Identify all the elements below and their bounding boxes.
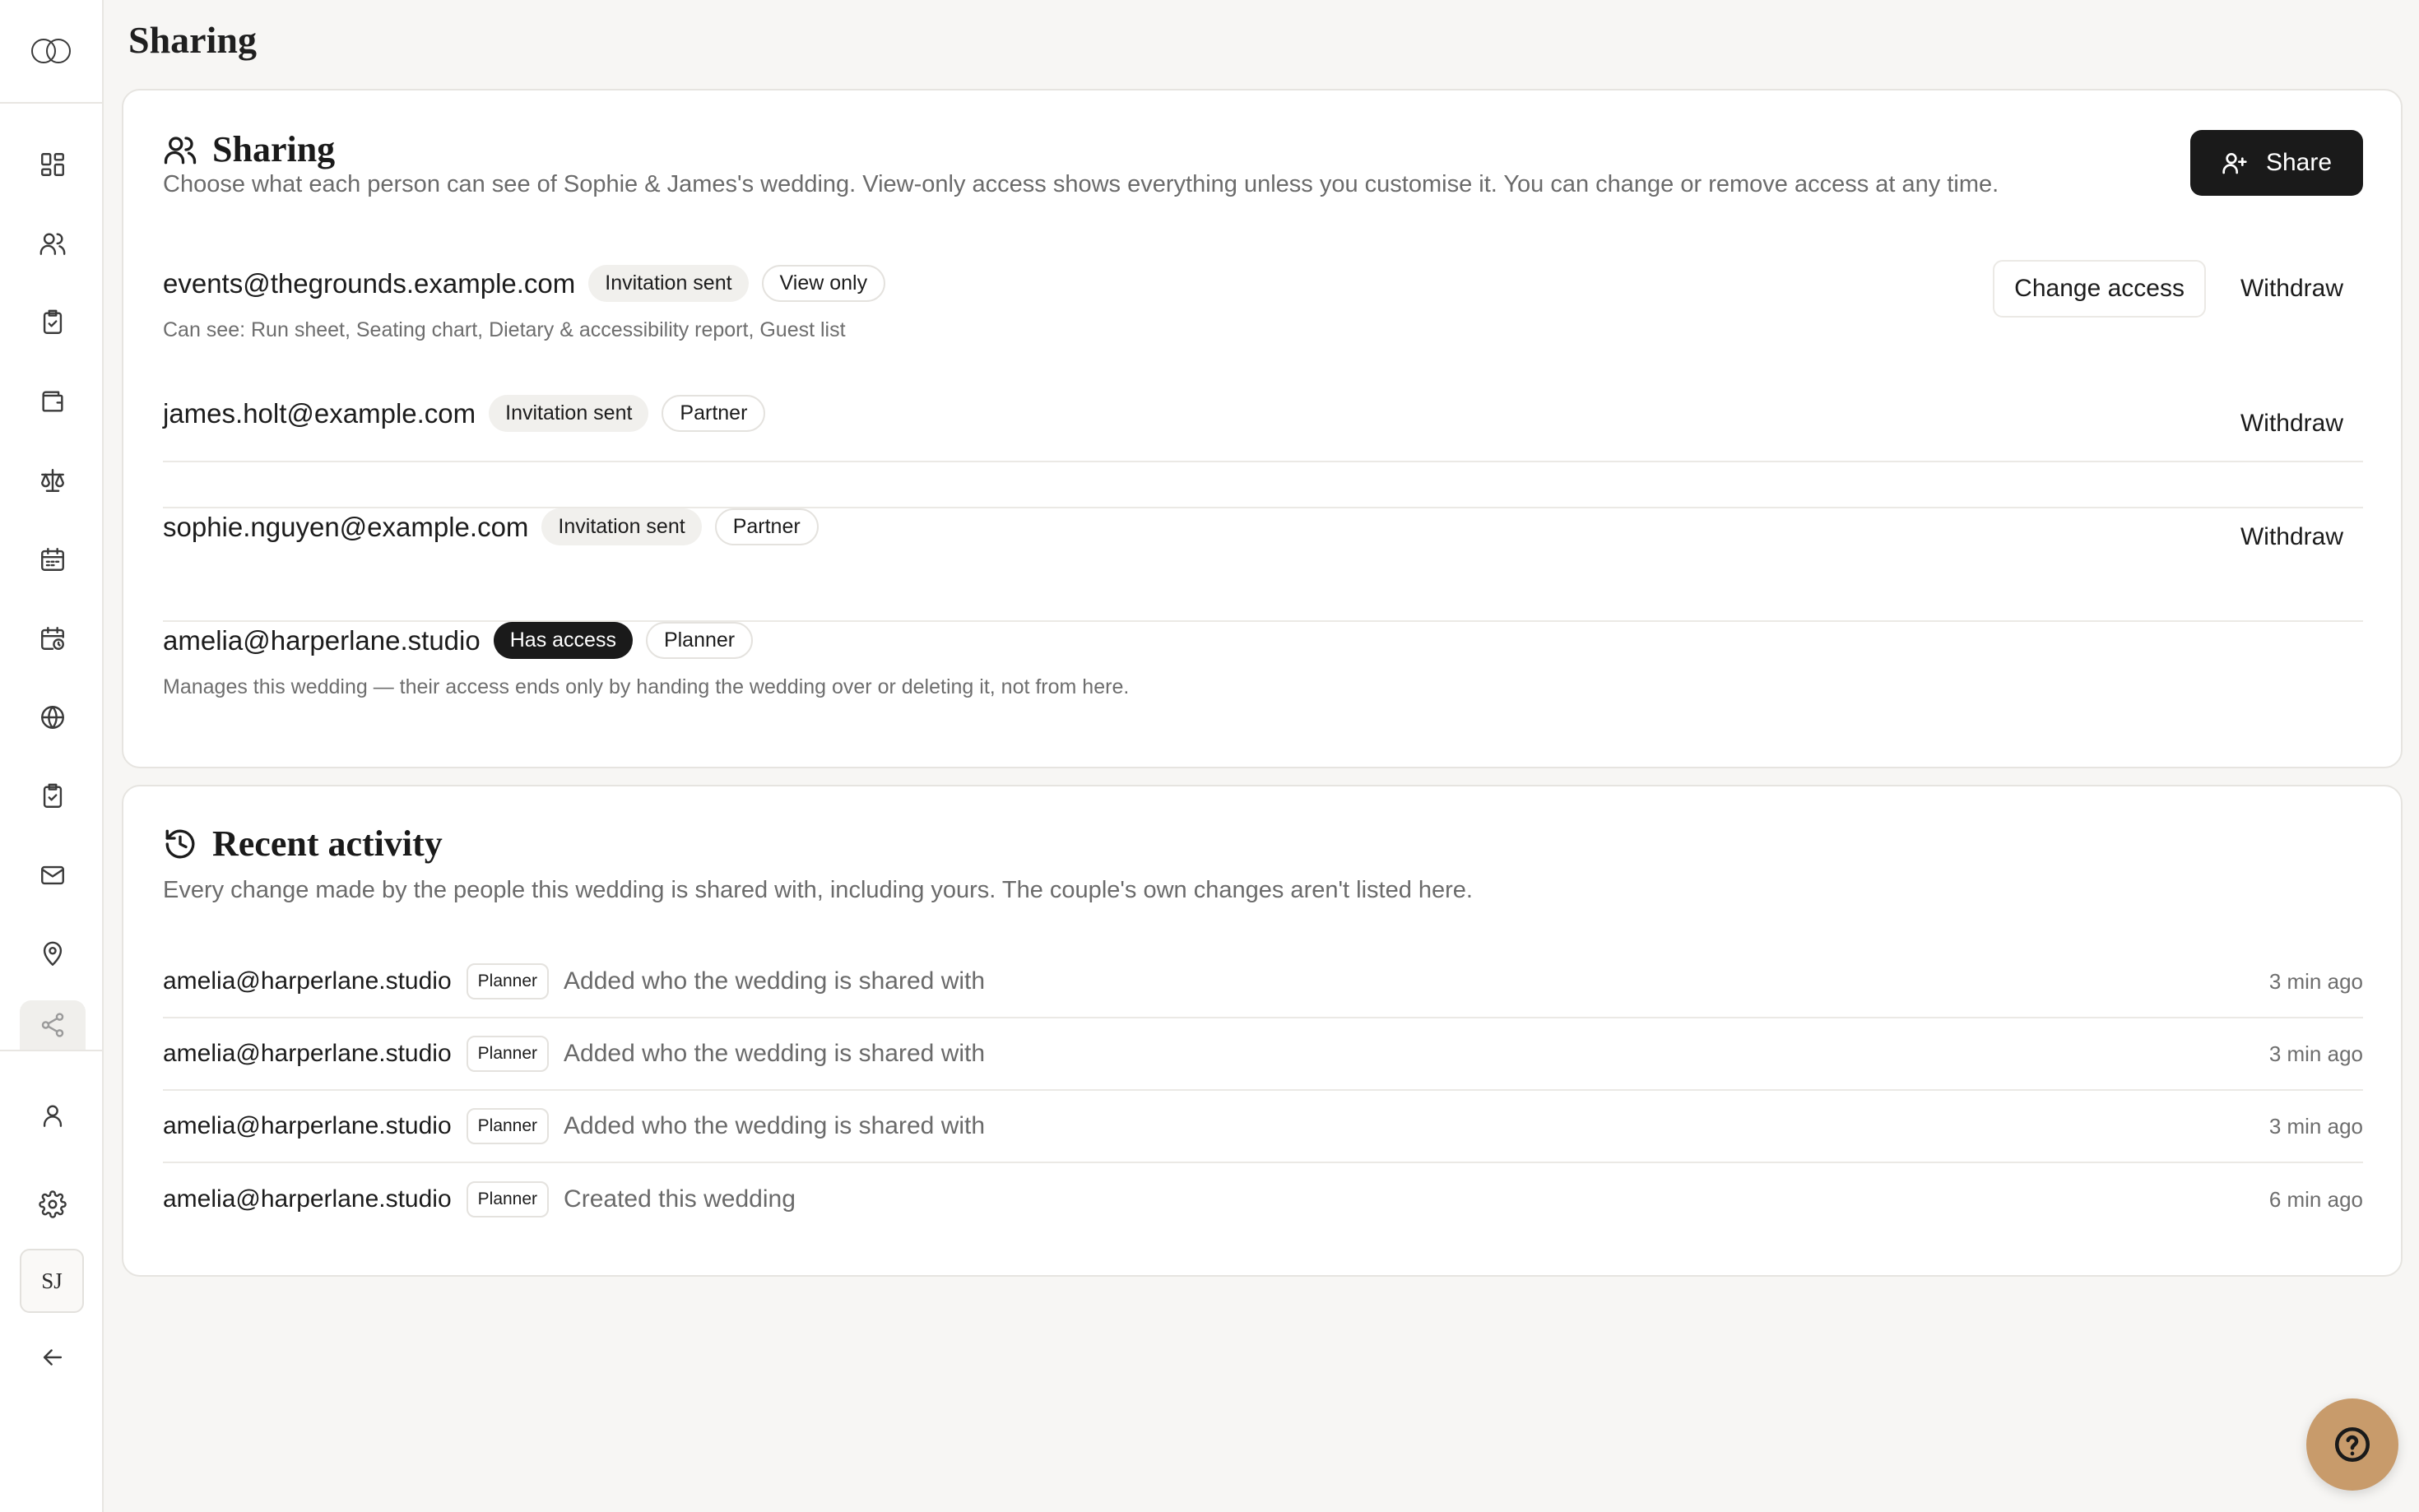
row-actions: Withdraw — [2221, 395, 2363, 452]
sidebar-item-schedule[interactable] — [20, 609, 86, 668]
budget-icon — [42, 391, 63, 412]
sharing-title: Sharing — [212, 129, 336, 169]
share-detail: Manages this wedding — their access ends… — [163, 675, 1130, 698]
role-badge: Planner — [466, 1036, 550, 1072]
status-badge: Invitation sent — [541, 508, 702, 545]
add-user-icon — [2222, 153, 2247, 174]
sidebar-item-location[interactable] — [20, 925, 86, 984]
scales-icon — [41, 469, 64, 492]
change-access-button[interactable]: Change access — [1993, 260, 2206, 318]
activity-time: 6 min ago — [2268, 1186, 2363, 1212]
withdraw-button[interactable]: Withdraw — [2221, 395, 2363, 452]
share-row: james.holt@example.com Invitation sent P… — [163, 395, 2363, 508]
activity-action: Added who the wedding is shared with — [564, 967, 986, 995]
role-badge: Partner — [714, 508, 819, 545]
status-badge: Invitation sent — [588, 265, 749, 302]
activity-description: Every change made by the people this wed… — [163, 877, 1473, 903]
sidebar-item-settings[interactable] — [20, 1175, 86, 1234]
sidebar-item-scales[interactable] — [20, 451, 86, 510]
share-email: amelia@harperlane.studio — [163, 624, 481, 656]
sidebar: SJ — [0, 0, 104, 1512]
activity-user: amelia@harperlane.studio — [163, 1040, 452, 1067]
dashboard-icon — [41, 153, 64, 176]
history-icon — [165, 829, 195, 858]
activity-row: amelia@harperlane.studio Planner Added w… — [163, 1018, 2363, 1091]
back-button[interactable] — [20, 1328, 86, 1387]
help-button[interactable] — [2306, 1398, 2398, 1491]
sharing-card: Sharing Choose what each person can see … — [122, 89, 2403, 768]
tasks-icon — [43, 783, 63, 808]
sidebar-item-website[interactable] — [20, 688, 86, 747]
activity-row: amelia@harperlane.studio Planner Created… — [163, 1163, 2363, 1236]
schedule-icon — [41, 627, 64, 650]
activity-user: amelia@harperlane.studio — [163, 967, 452, 995]
page-title: Sharing — [128, 19, 257, 61]
sharing-header: Sharing — [163, 128, 335, 170]
activity-time: 3 min ago — [2268, 968, 2363, 994]
share-row: sophie.nguyen@example.com Invitation sen… — [163, 508, 2363, 622]
role-badge: Partner — [662, 395, 766, 432]
sidebar-divider — [0, 1050, 104, 1051]
share-email: james.holt@example.com — [163, 397, 476, 429]
role-badge: Planner — [466, 1108, 550, 1144]
sidebar-item-sharing[interactable] — [20, 1000, 86, 1050]
location-icon — [43, 941, 63, 966]
row-actions: Withdraw — [2221, 508, 2363, 566]
help-icon — [2334, 1426, 2370, 1463]
activity-user: amelia@harperlane.studio — [163, 1185, 452, 1213]
mail-icon — [41, 865, 64, 885]
sharing-description: Choose what each person can see of Sophi… — [163, 171, 1999, 197]
share-email: events@thegrounds.example.com — [163, 267, 576, 299]
arrow-left-icon — [43, 1349, 63, 1366]
activity-action: Added who the wedding is shared with — [564, 1040, 986, 1067]
share-row-header: sophie.nguyen@example.com Invitation sen… — [163, 508, 2363, 545]
withdraw-button[interactable]: Withdraw — [2221, 508, 2363, 566]
activity-row: amelia@harperlane.studio Planner Added w… — [163, 946, 2363, 1018]
app-logo[interactable] — [0, 0, 102, 104]
activity-time: 3 min ago — [2268, 1041, 2363, 1066]
sidebar-item-checklist[interactable] — [20, 293, 86, 352]
row-actions: Change access Withdraw — [1993, 260, 2363, 318]
share-row-header: amelia@harperlane.studio Has access Plan… — [163, 622, 2363, 659]
activity-action: Added who the wedding is shared with — [564, 1112, 986, 1139]
share-button[interactable]: Share — [2190, 130, 2363, 196]
activity-header: Recent activity — [163, 823, 443, 865]
sidebar-item-guests[interactable] — [20, 214, 86, 273]
gear-icon — [39, 1190, 67, 1218]
share-row: amelia@harperlane.studio Has access Plan… — [163, 622, 2363, 737]
sidebar-item-account[interactable] — [20, 1086, 86, 1145]
activity-row: amelia@harperlane.studio Planner Added w… — [163, 1091, 2363, 1163]
status-badge: Has access — [493, 622, 633, 659]
activity-action: Created this wedding — [564, 1185, 796, 1213]
role-badge: Planner — [466, 1181, 550, 1217]
activity-user: amelia@harperlane.studio — [163, 1112, 452, 1139]
share-icon — [41, 1013, 64, 1037]
share-row-header: james.holt@example.com Invitation sent P… — [163, 395, 2363, 432]
sidebar-item-dashboard[interactable] — [20, 135, 86, 194]
people-icon — [164, 136, 197, 164]
share-detail: Can see: Run sheet, Seating chart, Dieta… — [163, 318, 846, 341]
role-badge: View only — [761, 265, 886, 302]
activity-card: Recent activity Every change made by the… — [122, 785, 2403, 1277]
role-badge: Planner — [645, 622, 754, 659]
activity-title: Recent activity — [212, 823, 443, 864]
role-badge: Planner — [466, 963, 550, 999]
sidebar-item-budget[interactable] — [20, 372, 86, 431]
status-badge: Invitation sent — [489, 395, 649, 432]
user-icon — [43, 1105, 63, 1127]
rings-logo-icon — [31, 39, 71, 63]
sidebar-item-tasks[interactable] — [20, 767, 86, 826]
activity-time: 3 min ago — [2268, 1113, 2363, 1139]
calendar-icon — [41, 548, 64, 571]
globe-icon — [41, 706, 64, 729]
withdraw-button[interactable]: Withdraw — [2221, 260, 2363, 318]
sidebar-item-calendar[interactable] — [20, 530, 86, 589]
share-button-label: Share — [2265, 149, 2333, 176]
guests-icon — [39, 233, 66, 255]
share-email: sophie.nguyen@example.com — [163, 511, 529, 542]
sidebar-item-mail[interactable] — [20, 846, 86, 905]
checklist-icon — [43, 309, 63, 334]
avatar[interactable]: SJ — [20, 1249, 84, 1313]
